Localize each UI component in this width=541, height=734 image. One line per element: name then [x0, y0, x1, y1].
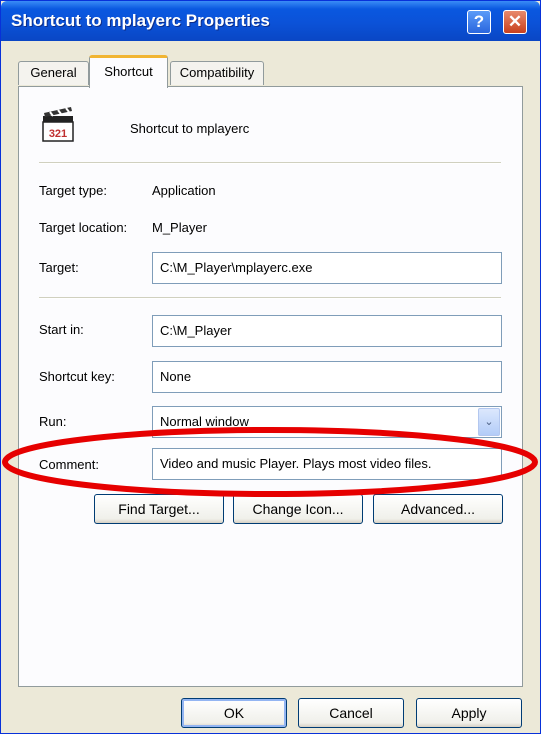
properties-window: Shortcut to mplayerc Properties ? ✕ Gene… — [0, 0, 541, 734]
window-title: Shortcut to mplayerc Properties — [11, 11, 270, 30]
target-location-value: M_Player — [152, 220, 207, 235]
shortcut-key-label: Shortcut key: — [39, 369, 115, 384]
start-in-input[interactable]: C:\M_Player — [152, 315, 502, 347]
chevron-down-icon[interactable]: ⌄ — [478, 408, 500, 436]
tab-shortcut[interactable]: Shortcut — [89, 55, 168, 88]
shortcut-panel: 321 Shortcut to mplayerc Target type: Ap… — [18, 86, 523, 687]
target-location-label: Target location: — [39, 220, 128, 235]
run-label: Run: — [39, 414, 67, 429]
target-input[interactable]: C:\M_Player\mplayerc.exe — [152, 252, 502, 284]
advanced-button[interactable]: Advanced... — [373, 494, 503, 524]
start-in-label: Start in: — [39, 322, 84, 337]
ok-button[interactable]: OK — [181, 698, 287, 728]
tab-general[interactable]: General — [18, 61, 89, 85]
shortcut-name: Shortcut to mplayerc — [130, 121, 250, 136]
tab-compatibility[interactable]: Compatibility — [170, 61, 264, 85]
run-select-value: Normal window — [160, 414, 249, 429]
close-button[interactable]: ✕ — [503, 10, 527, 34]
apply-button[interactable]: Apply — [416, 698, 522, 728]
target-type-label: Target type: — [39, 183, 107, 198]
title-bar[interactable]: Shortcut to mplayerc Properties ? ✕ — [1, 1, 540, 41]
comment-input[interactable]: Video and music Player. Plays most video… — [152, 448, 502, 480]
target-label: Target: — [39, 260, 79, 275]
separator — [39, 297, 501, 299]
run-select[interactable]: Normal window ⌄ — [152, 406, 502, 438]
shortcut-key-input[interactable]: None — [152, 361, 502, 393]
help-button[interactable]: ? — [467, 10, 491, 34]
clapper-digits: 321 — [49, 128, 67, 140]
separator — [39, 162, 501, 164]
find-target-button[interactable]: Find Target... — [94, 494, 224, 524]
cancel-button[interactable]: Cancel — [298, 698, 404, 728]
target-type-value: Application — [152, 183, 216, 198]
clapperboard-icon: 321 — [41, 107, 77, 143]
change-icon-button[interactable]: Change Icon... — [233, 494, 363, 524]
comment-label: Comment: — [39, 457, 99, 472]
